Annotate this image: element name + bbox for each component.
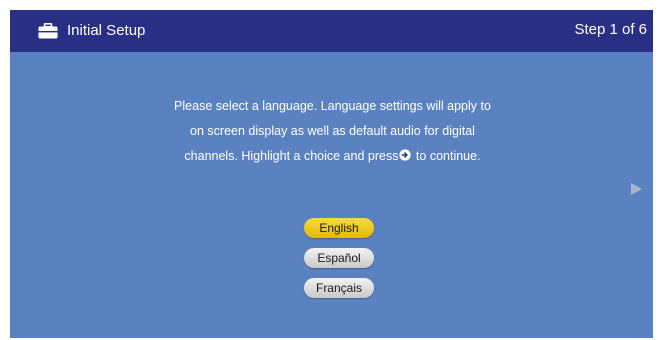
language-option-espanol[interactable]: Español bbox=[304, 248, 374, 268]
language-option-francais[interactable]: Français bbox=[304, 278, 374, 298]
setup-screen: Initial Setup Step 1 of 6 Please select … bbox=[10, 10, 653, 338]
instruction-line-1: Please select a language. Language setti… bbox=[174, 99, 491, 113]
briefcase-icon bbox=[38, 23, 58, 39]
instruction-line-3: channels. Highlight a choice and press t… bbox=[150, 144, 515, 169]
header-bar: Initial Setup Step 1 of 6 bbox=[10, 10, 653, 52]
instruction-line-3-end: to continue. bbox=[412, 149, 481, 163]
instruction-line-3-start: channels. Highlight a choice and press bbox=[184, 149, 399, 163]
instruction-text: Please select a language. Language setti… bbox=[150, 94, 515, 169]
step-indicator: Step 1 of 6 bbox=[574, 21, 647, 38]
language-option-english[interactable]: English bbox=[304, 218, 374, 238]
instruction-line-2: on screen display as well as default aud… bbox=[190, 124, 475, 138]
ok-button-icon bbox=[399, 149, 412, 161]
language-list: English Español Français bbox=[304, 218, 376, 308]
page-title: Initial Setup bbox=[67, 22, 146, 39]
next-arrow-icon[interactable] bbox=[629, 182, 643, 196]
